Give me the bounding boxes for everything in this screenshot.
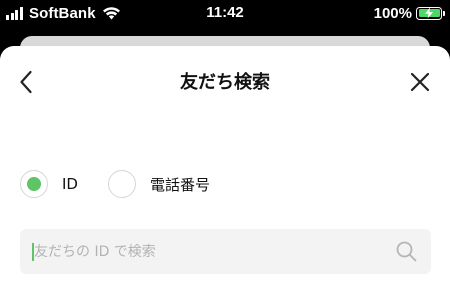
radio-option-phone[interactable]: 電話番号 xyxy=(107,170,210,198)
search-type-radio-group: ID 電話番号 xyxy=(20,170,240,198)
radio-button-id[interactable] xyxy=(20,170,48,198)
status-right: 100% xyxy=(373,4,445,22)
radio-option-id[interactable]: ID xyxy=(20,170,78,198)
battery-fill xyxy=(418,7,440,19)
charging-bolt-icon xyxy=(425,7,433,19)
search-icon[interactable] xyxy=(396,241,417,262)
radio-button-phone[interactable] xyxy=(107,170,136,198)
radio-label-phone[interactable]: 電話番号 xyxy=(150,174,210,195)
friend-search-sheet: 友だち検索 ID 電話番号 xyxy=(0,46,450,282)
battery-icon xyxy=(416,6,445,20)
status-bar: SoftBank 11:42 100% xyxy=(0,0,450,26)
close-icon[interactable] xyxy=(410,72,430,92)
radio-label-id[interactable]: ID xyxy=(62,175,78,193)
search-input[interactable] xyxy=(34,229,384,274)
battery-percent: 100% xyxy=(373,4,412,22)
search-box[interactable] xyxy=(20,229,431,274)
page-title: 友だち検索 xyxy=(180,72,270,93)
radio-selected-dot xyxy=(27,177,41,191)
